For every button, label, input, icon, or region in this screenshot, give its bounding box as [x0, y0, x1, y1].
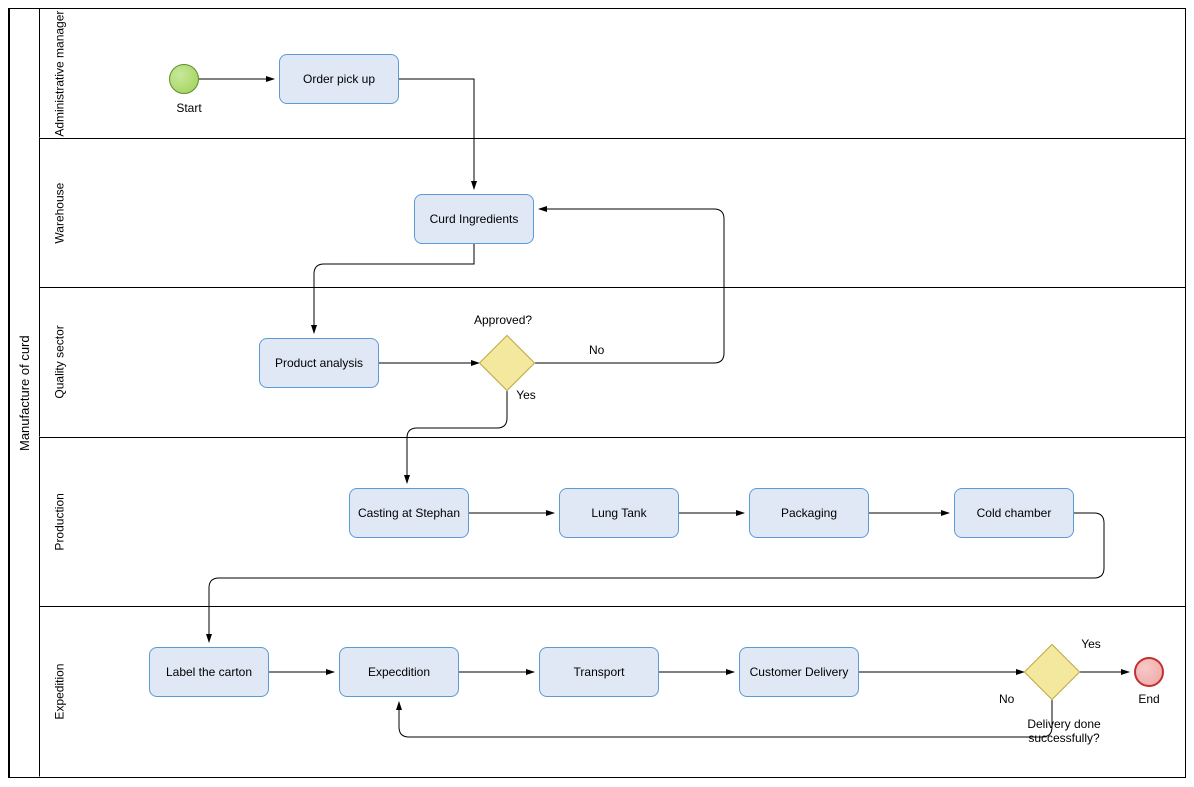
- task-lung-tank: Lung Tank: [559, 488, 679, 538]
- lane-content-admin: Start Order pick up: [79, 9, 1185, 138]
- lanes-container: Administrative manager Start Order pick …: [39, 9, 1185, 777]
- lane-content-expedition: Label the carton Expecdition Transport C…: [79, 607, 1185, 777]
- gateway-approved: [479, 335, 536, 392]
- task-transport: Transport: [539, 647, 659, 697]
- gateway-delivery-no: No: [999, 692, 1014, 706]
- task-customer-delivery: Customer Delivery: [739, 647, 859, 697]
- pool-manufacture-curd: Manufacture of curd Administrative manag…: [8, 8, 1186, 778]
- task-order-pickup: Order pick up: [279, 54, 399, 104]
- task-expedition: Expecdition: [339, 647, 459, 697]
- gateway-approved-no: No: [589, 343, 604, 357]
- lane-content-production: Casting at Stephan Lung Tank Packaging C…: [79, 438, 1185, 607]
- pool-title: Manufacture of curd: [9, 9, 39, 777]
- lane-admin: Administrative manager Start Order pick …: [39, 9, 1185, 139]
- task-product-analysis: Product analysis: [259, 338, 379, 388]
- lane-content-warehouse: Curd Ingredients: [79, 139, 1185, 288]
- lane-production: Production Casting at Stephan Lung Tank …: [39, 438, 1185, 608]
- lane-quality: Quality sector Product analysis Approved…: [39, 288, 1185, 438]
- task-casting: Casting at Stephan: [349, 488, 469, 538]
- lane-content-quality: Product analysis Approved? Yes No: [79, 288, 1185, 437]
- task-curd-ingredients: Curd Ingredients: [414, 194, 534, 244]
- lane-expedition: Expedition La: [39, 607, 1185, 777]
- end-event: [1134, 657, 1164, 687]
- task-cold-chamber: Cold chamber: [954, 488, 1074, 538]
- gateway-delivery: [1024, 644, 1081, 701]
- task-packaging: Packaging: [749, 488, 869, 538]
- start-event: [169, 64, 199, 94]
- lane-title-warehouse: Warehouse: [39, 139, 79, 288]
- lane-title-quality: Quality sector: [39, 288, 79, 437]
- gateway-approved-yes: Yes: [514, 388, 538, 402]
- lane-title-production: Production: [39, 438, 79, 607]
- arrows-quality: [79, 288, 1185, 437]
- task-label-carton: Label the carton: [149, 647, 269, 697]
- lane-warehouse: Warehouse Curd Ingredients: [39, 139, 1185, 289]
- lane-title-admin: Administrative manager: [39, 9, 79, 138]
- start-label: Start: [169, 101, 209, 115]
- gateway-approved-label: Approved?: [474, 313, 532, 327]
- gateway-delivery-label: Delivery done successfully?: [1009, 717, 1119, 745]
- end-label: End: [1134, 692, 1164, 706]
- lane-title-expedition: Expedition: [39, 607, 79, 777]
- arrows-warehouse: [79, 139, 1185, 288]
- gateway-delivery-yes: Yes: [1079, 637, 1103, 651]
- arrows-admin: [79, 9, 1185, 138]
